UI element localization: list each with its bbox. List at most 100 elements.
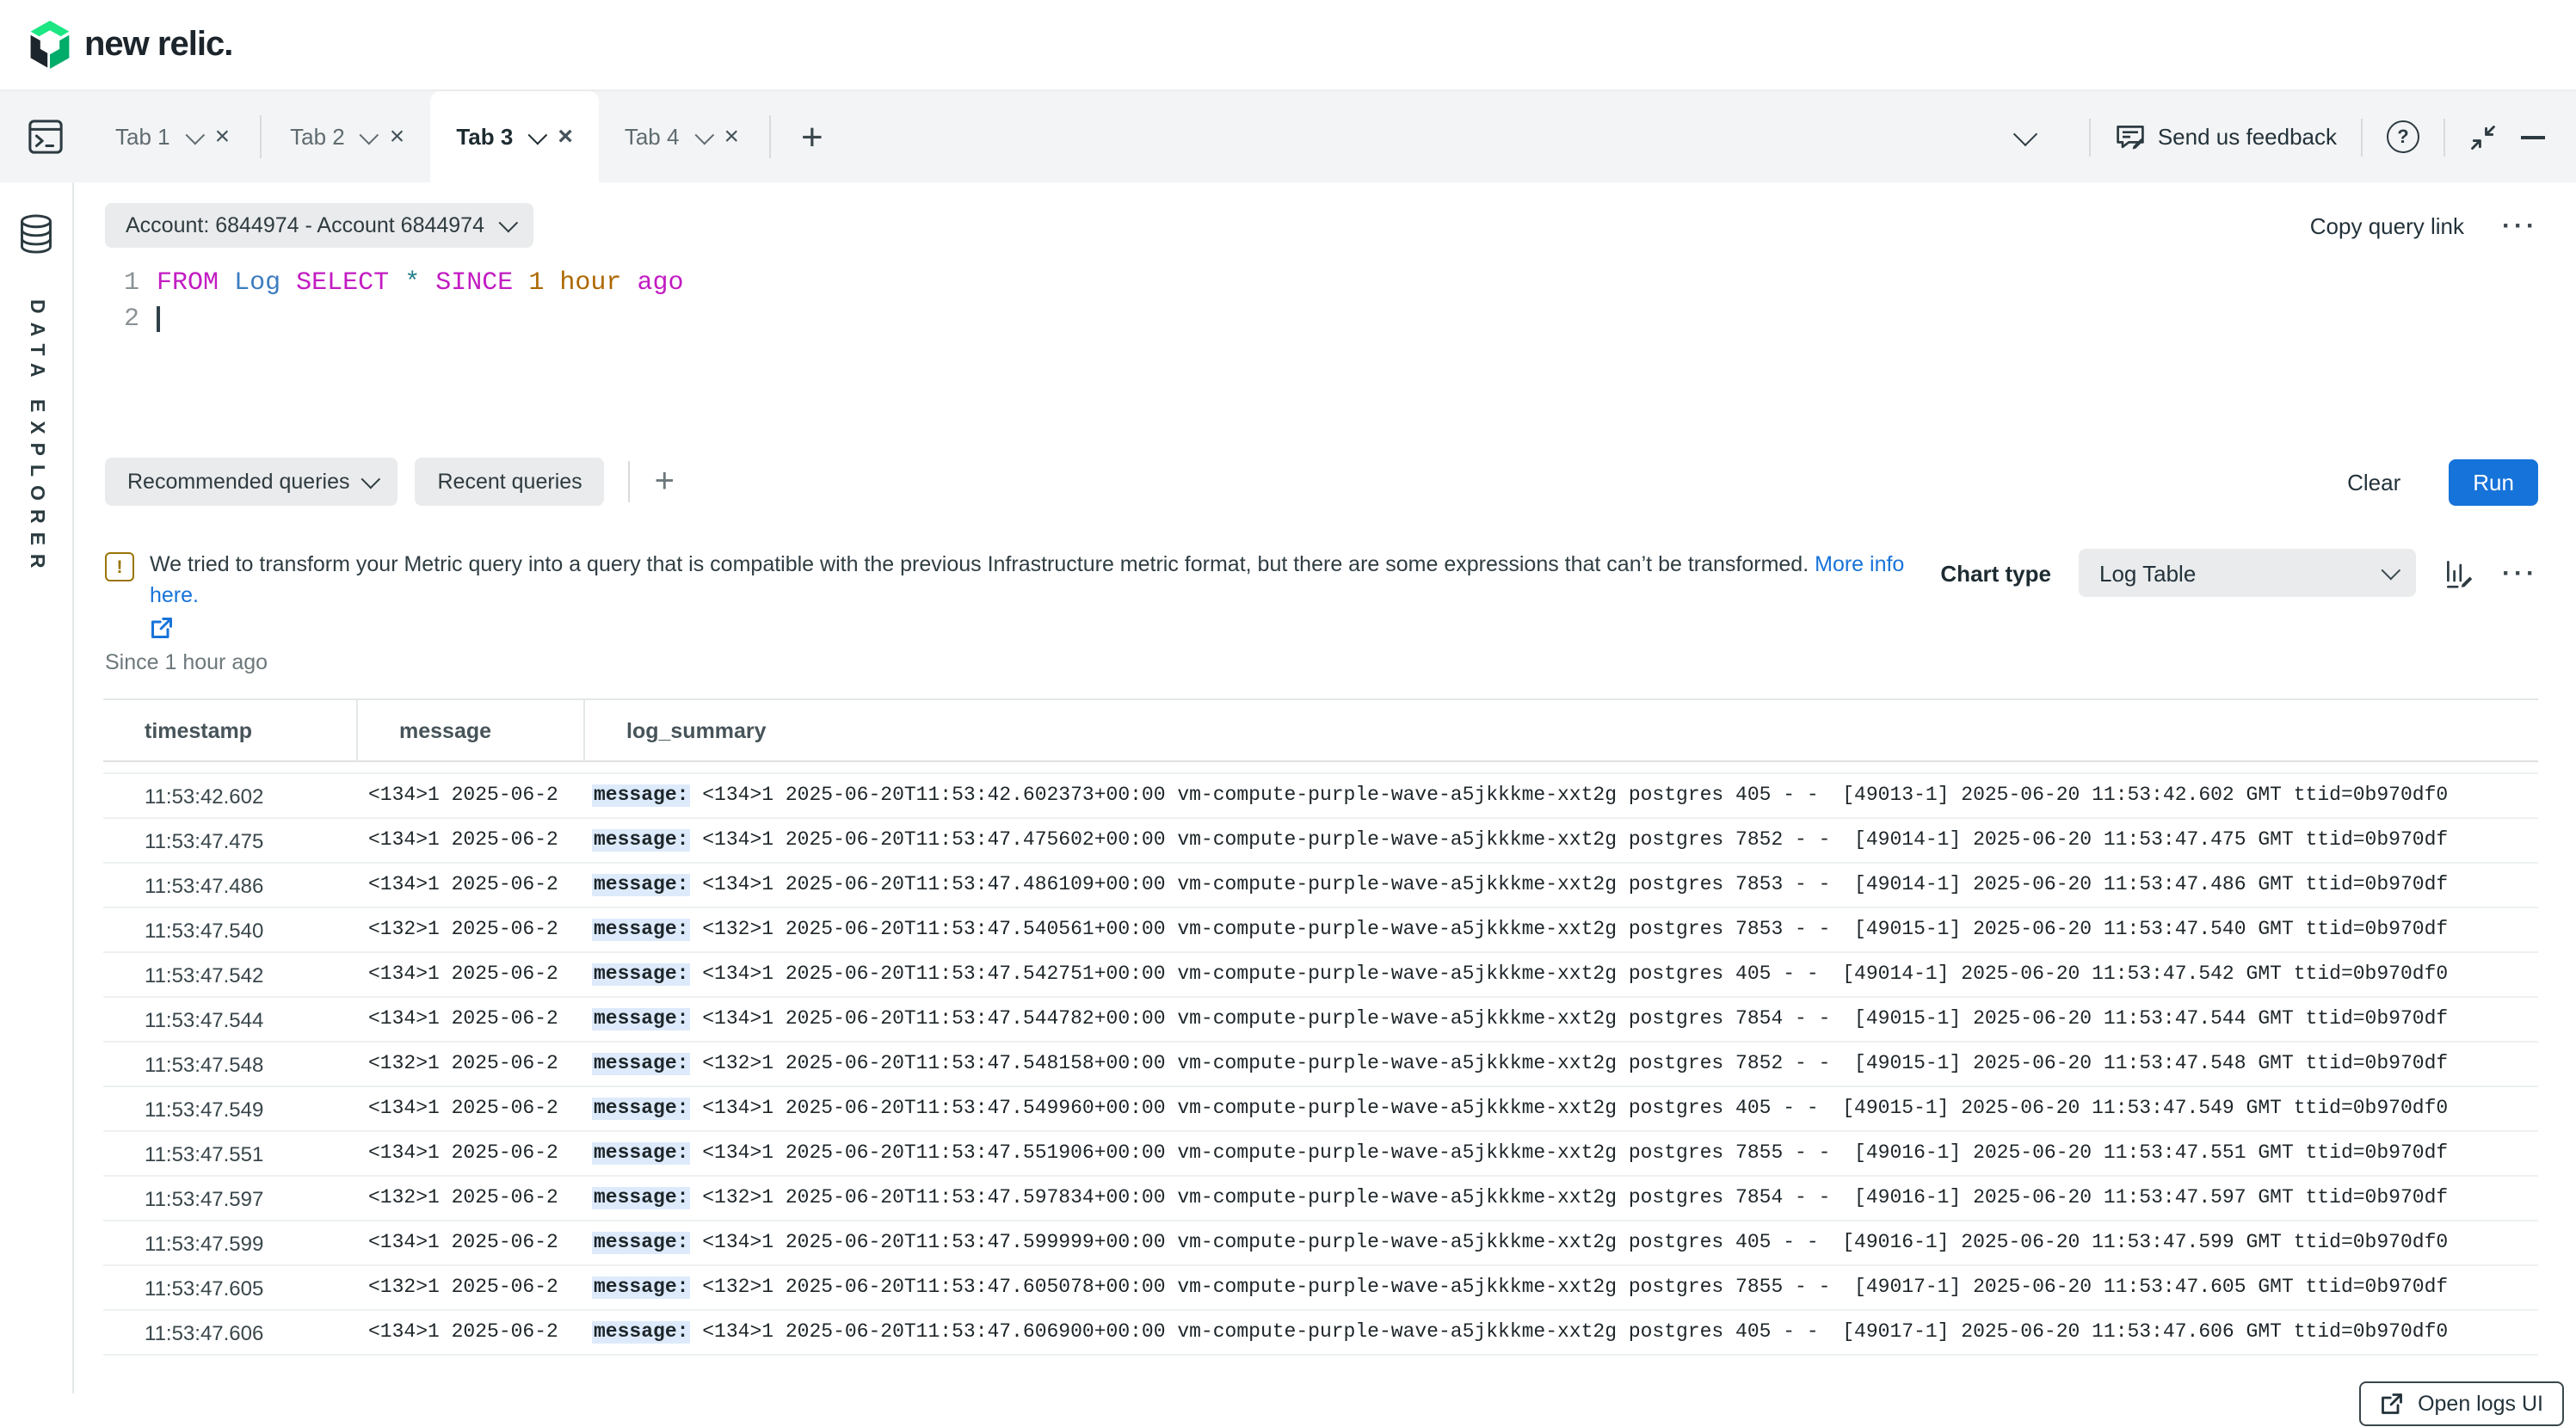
help-icon[interactable]: ? [2387,120,2419,153]
data-explorer-label: DATA EXPLORER [26,299,46,577]
cell-timestamp: 11:53:47.486 [103,874,356,898]
cell-message: <134>1 2025-06-2 [356,875,583,897]
table-row[interactable]: 11:53:47.486<134>1 2025-06-2message: <13… [103,864,2538,909]
tab-label: Tab 2 [290,124,345,150]
table-row[interactable]: 11:53:47.551<134>1 2025-06-2message: <13… [103,1133,2538,1178]
tab-tab-1[interactable]: Tab 1 × [89,91,256,182]
brand-wordmark: new relic. [84,25,232,65]
tab-bar: Tab 1 × Tab 2 × Tab 3 × Tab 4 × + Send us feedb… [0,89,2576,182]
cell-message: <134>1 2025-06-2 [356,785,583,808]
line-number: 2 [105,301,139,337]
left-sidebar: DATA EXPLORER [0,182,74,1393]
cell-message: <134>1 2025-06-2 [356,1322,583,1344]
close-icon[interactable]: × [724,124,739,150]
cell-log-summary: message: <134>1 2025-06-20T11:53:42.6023… [583,785,2538,808]
editor-line-1-code: FROM Log SELECT * SINCE 1 hour ago [157,265,683,301]
table-row[interactable]: 11:53:47.475<134>1 2025-06-2message: <13… [103,820,2538,864]
tab-label: Tab 1 [115,124,170,150]
query-menu-icon[interactable]: ··· [2502,211,2538,240]
table-row[interactable]: 11:53:47.544<134>1 2025-06-2message: <13… [103,999,2538,1043]
send-feedback-button[interactable]: Send us feedback [2115,121,2337,152]
tab-separator [768,115,770,158]
cell-timestamp: 11:53:47.599 [103,1232,356,1256]
message-key-highlight: message: [592,875,690,897]
table-row[interactable]: 11:53:47.549<134>1 2025-06-2message: <13… [103,1088,2538,1133]
add-tab-button[interactable]: + [773,91,851,182]
cell-message: <134>1 2025-06-2 [356,1233,583,1255]
nrql-token: FROM [157,268,219,298]
table-row[interactable]: 11:53:47.606<134>1 2025-06-2message: <13… [103,1312,2538,1356]
minimize-icon[interactable] [2521,135,2545,138]
tab-tab-3[interactable]: Tab 3 × [430,91,599,182]
chevron-down-icon[interactable] [528,125,548,145]
new-relic-mark-icon [28,21,72,69]
chevron-down-icon [361,470,381,489]
nrql-token: Log [234,268,280,298]
nrql-token: SINCE [435,268,513,298]
cell-timestamp: 11:53:47.605 [103,1276,356,1301]
cell-timestamp: 11:53:47.540 [103,919,356,943]
recommended-queries-label: Recommended queries [127,470,350,494]
close-icon[interactable]: × [390,124,405,150]
table-row[interactable]: 11:53:47.597<132>1 2025-06-2message: <13… [103,1178,2538,1222]
tab-tab-2[interactable]: Tab 2 × [264,91,430,182]
cell-log-summary: message: <134>1 2025-06-20T11:53:47.6069… [583,1322,2538,1344]
message-key-highlight: message: [592,830,690,852]
warning-text: We tried to transform your Metric query … [150,552,1815,576]
top-header: new relic. [0,0,2576,89]
chart-menu-icon[interactable]: ··· [2502,558,2538,587]
nrql-editor[interactable]: 1 FROM Log SELECT * SINCE 1 hour ago 2 [105,265,2576,337]
external-link-icon [2380,1393,2404,1417]
account-selector[interactable]: Account: 6844974 - Account 6844974 [105,203,533,248]
cell-message: <134>1 2025-06-2 [356,1143,583,1166]
table-row[interactable]: 11:53:47.599<134>1 2025-06-2message: <13… [103,1222,2538,1267]
cell-message: <134>1 2025-06-2 [356,1009,583,1031]
cell-timestamp: 11:53:47.549 [103,1098,356,1122]
copy-query-link-button[interactable]: Copy query link [2310,212,2464,238]
chevron-down-icon[interactable] [694,125,714,145]
cell-log-summary: message: <134>1 2025-06-20T11:53:47.5427… [583,964,2538,987]
tab-label: Tab 3 [456,124,513,150]
tab-tab-4[interactable]: Tab 4 × [599,91,765,182]
chevron-down-icon[interactable] [360,125,379,145]
tab-overflow-chevron-icon[interactable] [2013,121,2037,145]
chevron-down-icon [498,213,518,233]
recommended-queries-button[interactable]: Recommended queries [105,458,398,506]
chevron-down-icon[interactable] [185,125,205,145]
nrql-token: hour [559,268,621,298]
log-table: timestamp message log_summary 11:53:42.6… [103,699,2538,1356]
log-rows: 11:53:42.602<134>1 2025-06-2message: <13… [103,773,2538,1356]
table-row[interactable]: 11:53:47.548<132>1 2025-06-2message: <13… [103,1043,2538,1088]
column-header-message[interactable]: message [356,701,583,761]
open-logs-ui-button[interactable]: Open logs UI [2359,1382,2564,1427]
add-query-icon[interactable]: + [655,462,675,501]
tab-label: Tab 4 [625,124,680,150]
column-header-timestamp[interactable]: timestamp [103,701,356,761]
collapse-icon[interactable] [2469,123,2497,151]
nrql-token: ago [637,268,683,298]
close-icon[interactable]: × [558,124,573,150]
cell-timestamp: 11:53:47.606 [103,1321,356,1345]
table-row[interactable]: 11:53:47.542<134>1 2025-06-2message: <13… [103,954,2538,999]
column-header-log-summary[interactable]: log_summary [583,701,2538,761]
account-selector-label: Account: 6844974 - Account 6844974 [126,213,484,237]
text-cursor [157,305,159,331]
external-link-icon[interactable] [150,617,1940,641]
edit-chart-icon[interactable] [2444,557,2474,588]
clear-button[interactable]: Clear [2337,467,2411,496]
tabbar-right-controls: Send us feedback ? [2017,91,2576,182]
divider [629,461,631,502]
cell-timestamp: 11:53:47.475 [103,829,356,853]
table-row[interactable]: 11:53:42.602<134>1 2025-06-2message: <13… [103,775,2538,820]
chart-type-label: Chart type [1940,560,2051,586]
chart-type-select[interactable]: Log Table [2079,549,2416,597]
table-row[interactable]: 11:53:47.605<132>1 2025-06-2message: <13… [103,1267,2538,1312]
table-row[interactable]: 11:53:47.540<132>1 2025-06-2message: <13… [103,909,2538,954]
database-icon[interactable] [17,213,55,255]
cell-log-summary: message: <134>1 2025-06-20T11:53:47.4756… [583,830,2538,852]
recent-queries-button[interactable]: Recent queries [416,458,605,506]
query-builder-icon[interactable] [0,91,89,182]
close-icon[interactable]: × [215,124,231,150]
new-relic-logo[interactable]: new relic. [28,21,232,69]
run-button[interactable]: Run [2449,458,2538,505]
